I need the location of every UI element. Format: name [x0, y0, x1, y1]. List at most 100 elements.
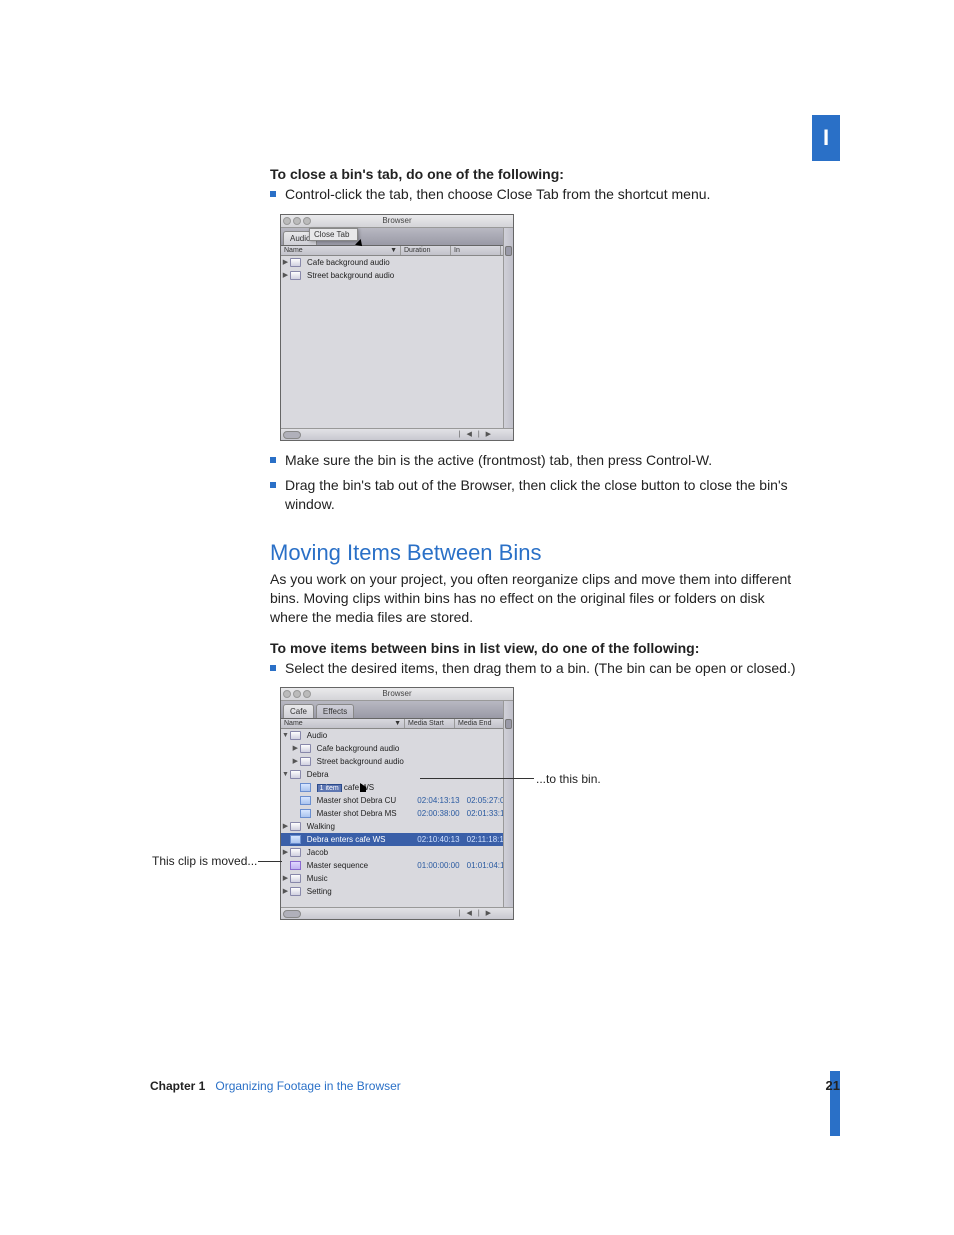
clip-icon [300, 796, 311, 805]
scrollbar-vertical[interactable] [503, 228, 513, 428]
browser-window-fig2: Browser Cafe Effects Name ▼ Media Start … [280, 687, 514, 920]
disclosure-icon[interactable] [281, 885, 290, 898]
sequence-icon [290, 861, 301, 870]
tab-bar: Audio Close Tab [281, 228, 513, 246]
traffic-lights[interactable] [283, 217, 311, 225]
folder-icon [290, 848, 301, 857]
row-label: Debra enters cafe WS [304, 835, 415, 844]
callout-left: This clip is moved... [152, 854, 257, 868]
cell-media-start: 02:10:40:13 [414, 835, 463, 844]
bullet-item: Drag the bin's tab out of the Browser, t… [270, 476, 800, 514]
folder-icon [300, 757, 311, 766]
row-label: Master sequence [304, 861, 415, 870]
section2-para: As you work on your project, you often r… [270, 570, 800, 628]
col-duration[interactable]: Duration [401, 246, 451, 255]
scroll-thumb[interactable] [283, 910, 301, 918]
footer-page: 21 [826, 1078, 840, 1093]
callout-line [420, 778, 534, 779]
tab-effects[interactable]: Effects [316, 704, 354, 718]
page-footer: Chapter 1 Organizing Footage in the Brow… [150, 1078, 840, 1093]
disclosure-icon[interactable] [291, 755, 300, 768]
cell-media-start: 02:04:13:13 [414, 796, 463, 805]
row-label: Cafe background audio [314, 744, 415, 753]
row-label: Audio [304, 731, 415, 740]
scroll-thumb[interactable] [283, 431, 301, 439]
row-label: Walking [304, 822, 415, 831]
browser-row[interactable]: Debra [281, 768, 513, 781]
browser-window-fig1: Browser Audio Close Tab Name ▼ Duration … [280, 214, 514, 441]
tab-bar: Cafe Effects [281, 701, 513, 719]
column-headers: Name ▼ Media Start Media End [281, 719, 513, 729]
browser-row[interactable]: 1 item cafe WS [281, 781, 513, 794]
window-title: Browser [382, 216, 411, 225]
col-name[interactable]: Name ▼ [281, 246, 401, 255]
row-label: Debra [304, 770, 415, 779]
disclosure-icon[interactable] [281, 729, 290, 742]
folder-icon [290, 887, 301, 896]
callout-right: ...to this bin. [536, 772, 601, 786]
browser-row[interactable]: Master shot Debra CU02:04:13:1302:05:27:… [281, 794, 513, 807]
bullet-item: Make sure the bin is the active (frontmo… [270, 451, 800, 470]
col-in[interactable]: In [451, 246, 501, 255]
disclosure-icon[interactable] [291, 742, 300, 755]
section2-lead: To move items between bins in list view,… [270, 640, 800, 656]
clip-icon [300, 783, 311, 792]
window-footer: | ◀ | ▶ [281, 907, 513, 919]
window-titlebar: Browser [281, 688, 513, 701]
disclosure-icon[interactable] [281, 872, 290, 885]
scroll-nav-icons[interactable]: | ◀ | ▶ [459, 909, 493, 917]
browser-row[interactable]: Master sequence01:00:00:0001:01:04:15 [281, 859, 513, 872]
folder-icon [290, 731, 301, 740]
col-media-end[interactable]: Media End [455, 719, 505, 728]
disclosure-icon[interactable] [281, 269, 290, 282]
disclosure-icon[interactable] [281, 256, 290, 269]
browser-row[interactable]: Master shot Debra MS02:00:38:0002:01:33:… [281, 807, 513, 820]
cell-media-start: 02:00:38:00 [414, 809, 463, 818]
browser-row[interactable]: Debra enters cafe WS02:10:40:1302:11:18:… [281, 833, 513, 846]
traffic-lights[interactable] [283, 690, 311, 698]
folder-icon [290, 822, 301, 831]
context-menu-close-tab[interactable]: Close Tab [309, 228, 358, 241]
browser-row[interactable]: Walking [281, 820, 513, 833]
row-label: Master shot Debra CU [314, 796, 415, 805]
browser-row[interactable]: Street background audio [281, 755, 513, 768]
cursor-icon [360, 783, 366, 792]
browser-row[interactable]: Audio [281, 729, 513, 742]
disclosure-icon[interactable] [281, 820, 290, 833]
clip-icon [300, 809, 311, 818]
browser-row[interactable]: Jacob [281, 846, 513, 859]
bullet-item: Select the desired items, then drag them… [270, 659, 800, 678]
row-label: Master shot Debra MS [314, 809, 415, 818]
section2-bullets: Select the desired items, then drag them… [270, 659, 800, 678]
heading-moving-items: Moving Items Between Bins [270, 540, 800, 566]
browser-row[interactable]: Cafe background audio [281, 256, 513, 269]
row-label: 1 item cafe WS [314, 783, 415, 792]
browser-row[interactable]: Setting [281, 885, 513, 898]
cell-media-start: 01:00:00:00 [414, 861, 463, 870]
tab-cafe[interactable]: Cafe [283, 704, 314, 718]
browser-row[interactable]: Cafe background audio [281, 742, 513, 755]
row-label: Street background audio [314, 757, 415, 766]
col-media-start[interactable]: Media Start [405, 719, 455, 728]
browser-body: Cafe background audio Street background … [281, 256, 513, 428]
section1-bullets-b: Make sure the bin is the active (frontmo… [270, 451, 800, 514]
row-label: Setting [304, 887, 415, 896]
folder-icon [290, 874, 301, 883]
disclosure-icon[interactable] [281, 768, 290, 781]
row-label: Street background audio [304, 271, 397, 280]
browser-row[interactable]: Music [281, 872, 513, 885]
disclosure-icon[interactable] [281, 846, 290, 859]
row-label: Cafe background audio [304, 258, 393, 267]
row-label: Music [304, 874, 415, 883]
folder-icon [300, 744, 311, 753]
row-label: Jacob [304, 848, 415, 857]
browser-row[interactable]: Street background audio [281, 269, 513, 282]
window-title: Browser [382, 689, 411, 698]
bullet-item: Control-click the tab, then choose Close… [270, 185, 800, 204]
col-name[interactable]: Name ▼ [281, 719, 405, 728]
folder-icon [290, 271, 301, 280]
browser-body: Audio Cafe background audio Street backgro… [281, 729, 513, 907]
scroll-nav-icons[interactable]: | ◀ | ▶ [459, 430, 493, 438]
footer-chapter: Chapter 1 [150, 1079, 205, 1093]
scrollbar-vertical[interactable] [503, 701, 513, 907]
